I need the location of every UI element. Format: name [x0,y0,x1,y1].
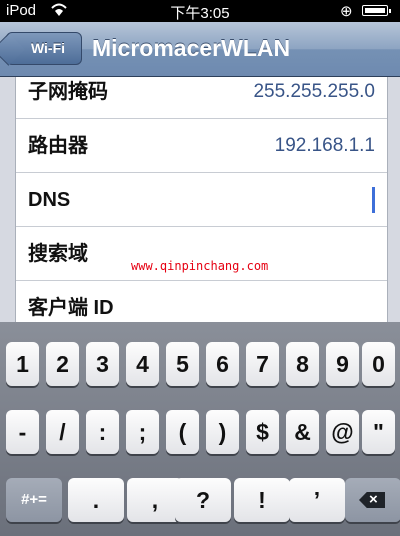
subnet-mask-label: 子网掩码 [28,81,108,103]
key-1[interactable]: 1 [6,342,39,386]
key-at[interactable]: @ [326,410,359,454]
search-domains-label: 搜索域 [28,243,88,265]
key-colon[interactable]: : [86,410,119,454]
network-settings-list: 子网掩码 255.255.255.0 路由器 192.168.1.1 DNS 搜… [15,77,388,335]
backspace-icon [359,492,385,508]
row-router[interactable]: 路由器 192.168.1.1 [16,119,387,173]
key-7[interactable]: 7 [246,342,279,386]
router-value: 192.168.1.1 [274,135,375,156]
status-bar: iPod 下午3:05 ⊕ [0,0,400,22]
key-quote[interactable]: " [362,410,395,454]
text-cursor [372,187,375,213]
battery-icon [362,5,391,16]
key-open-paren[interactable]: ( [166,410,199,454]
key-ampersand[interactable]: & [286,410,319,454]
key-apostrophe[interactable]: ’ [289,478,345,522]
router-label: 路由器 [28,135,88,157]
back-button[interactable]: Wi-Fi [0,32,82,66]
page-title: MicromacerWLAN [92,35,291,61]
subnet-mask-value: 255.255.255.0 [253,81,375,102]
delete-button[interactable] [345,478,400,522]
rotation-lock-icon: ⊕ [340,3,353,20]
key-9[interactable]: 9 [326,342,359,386]
row-dns[interactable]: DNS [16,173,387,227]
row-subnet-mask[interactable]: 子网掩码 255.255.255.0 [16,65,387,119]
keyboard: 1 2 3 4 5 6 7 8 9 0 - / : ; ( ) $ & @ " … [0,322,400,536]
key-period[interactable]: . [68,478,124,522]
key-exclamation[interactable]: ! [234,478,290,522]
key-question[interactable]: ? [175,478,231,522]
key-slash[interactable]: / [46,410,79,454]
back-arrow-icon [0,33,25,66]
key-close-paren[interactable]: ) [206,410,239,454]
key-5[interactable]: 5 [166,342,199,386]
key-4[interactable]: 4 [126,342,159,386]
key-more-symbols[interactable]: #+= [6,478,62,522]
dns-label: DNS [28,189,71,211]
key-hyphen[interactable]: - [6,410,39,454]
key-2[interactable]: 2 [46,342,79,386]
key-semicolon[interactable]: ; [126,410,159,454]
key-3[interactable]: 3 [86,342,119,386]
key-8[interactable]: 8 [286,342,319,386]
key-6[interactable]: 6 [206,342,239,386]
back-button-label: Wi-Fi [30,40,66,56]
watermark: www.qinpinchang.com [131,259,269,273]
key-dollar[interactable]: $ [246,410,279,454]
key-0[interactable]: 0 [362,342,395,386]
